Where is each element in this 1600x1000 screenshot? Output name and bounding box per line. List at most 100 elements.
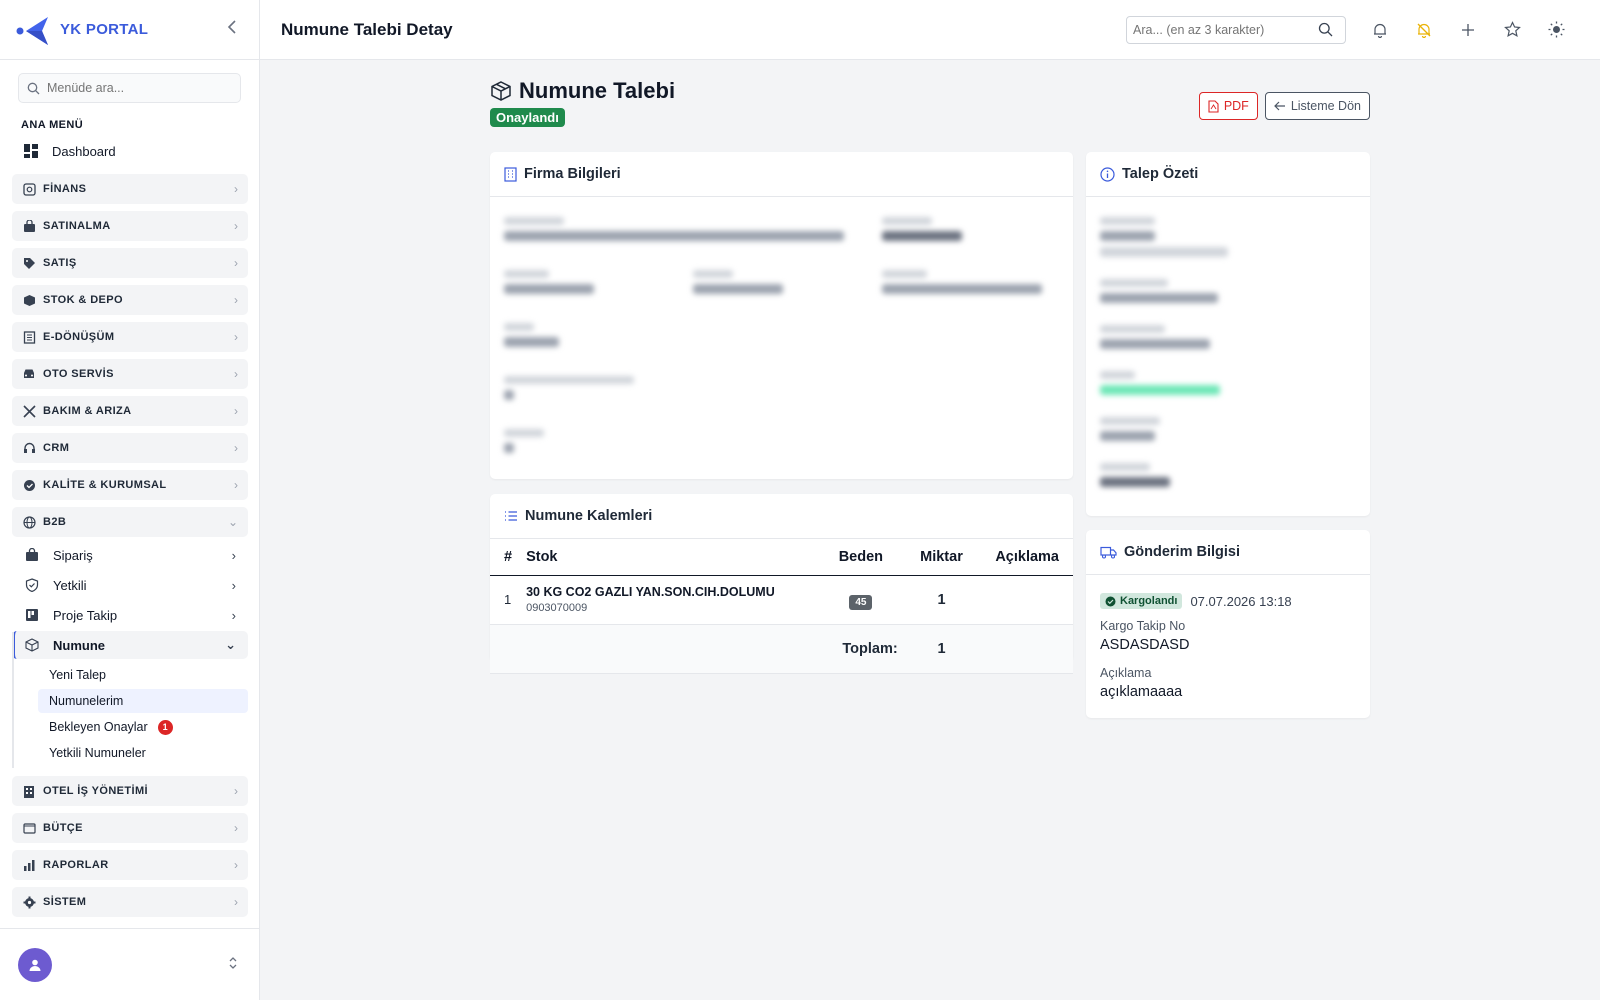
tree-line	[12, 632, 14, 768]
chevron-up-down-icon[interactable]	[228, 956, 238, 973]
sidebar: YK PORTAL ANA MENÜ Dashboard FİNANS › SA…	[0, 0, 260, 1000]
building-icon	[22, 784, 36, 798]
sidebar-group-satinalma[interactable]: SATINALMA ›	[12, 211, 248, 241]
sidebar-group-stok-depo[interactable]: STOK & DEPO ›	[12, 285, 248, 315]
menu-search[interactable]	[18, 73, 241, 103]
sidebar-item-yetkili[interactable]: Yetkili ›	[12, 571, 248, 599]
sidebar-leaf-label: Yetkili Numuneler	[49, 746, 146, 760]
sidebar-group-label: BÜTÇE	[43, 822, 83, 834]
sidebar-group-label: OTO SERVİS	[43, 368, 114, 380]
sidebar-group-label: KALİTE & KURUMSAL	[43, 479, 167, 491]
pdf-button[interactable]: PDF	[1198, 92, 1258, 120]
shopping-bag-icon	[24, 547, 40, 563]
sidebar-group-label: RAPORLAR	[43, 859, 109, 871]
dashboard-icon	[24, 144, 38, 158]
gonderim-card: Gönderim Bilgisi Kargolandı 07.07.2026 1…	[1086, 530, 1370, 718]
sidebar-group-sistem[interactable]: SİSTEM ›	[12, 887, 248, 917]
sidebar-item-numune[interactable]: Numune ⌄	[12, 631, 248, 659]
sidebar-group-otel[interactable]: OTEL İŞ YÖNETİMİ ›	[12, 776, 248, 806]
col-stok: Stok	[526, 539, 821, 576]
shield-icon	[24, 577, 40, 593]
sidebar-group-crm[interactable]: CRM ›	[12, 433, 248, 463]
pending-count-badge: 1	[157, 719, 173, 735]
sidebar-collapse-icon[interactable]	[227, 20, 237, 39]
row-stok: 30 KG CO2 GAZLI YAN.SON.CIH.DOLUMU 09030…	[526, 575, 821, 625]
sidebar-leaf-label: Yeni Talep	[49, 668, 107, 682]
sidebar-group-kalite-kurumsal[interactable]: KALİTE & KURUMSAL ›	[12, 470, 248, 500]
chevron-right-icon: ›	[231, 577, 236, 593]
sidebar-group-label: SİSTEM	[43, 896, 87, 908]
bell-icon[interactable]	[1370, 20, 1390, 40]
sidebar-item-dashboard[interactable]: Dashboard	[24, 137, 259, 165]
chevron-right-icon: ›	[234, 219, 238, 233]
menu-search-input[interactable]	[47, 81, 227, 95]
sidebar-group-oto-servis[interactable]: OTO SERVİS ›	[12, 359, 248, 389]
chevron-right-icon: ›	[231, 607, 236, 623]
sidebar-leaf-label: Numunelerim	[49, 694, 124, 708]
redacted-ozet-details	[1086, 197, 1370, 513]
stok-code: 0903070009	[526, 602, 588, 614]
brand: YK PORTAL	[0, 0, 259, 60]
sidebar-item-label: Sipariş	[53, 547, 93, 563]
sidebar-group-butce[interactable]: BÜTÇE ›	[12, 813, 248, 843]
sidebar-group-raporlar[interactable]: RAPORLAR ›	[12, 850, 248, 880]
firma-card-title: Firma Bilgileri	[524, 166, 621, 182]
brand-logo-icon[interactable]	[16, 14, 50, 46]
tools-icon	[22, 404, 36, 418]
pdf-button-label: PDF	[1223, 99, 1249, 113]
pdf-file-icon	[1208, 99, 1219, 113]
kalemler-card-title: Numune Kalemleri	[525, 508, 653, 524]
tracking-label: Kargo Takip No	[1100, 619, 1186, 633]
sidebar-item-siparis[interactable]: Sipariş ›	[12, 541, 248, 569]
total-value: 1	[901, 624, 982, 674]
redacted-firma-details	[490, 197, 1073, 477]
global-search[interactable]	[1126, 15, 1346, 44]
plus-icon[interactable]	[1458, 20, 1478, 40]
wallet-icon	[22, 821, 36, 835]
sidebar-group-label: BAKIM & ARIZA	[43, 405, 132, 417]
sidebar-group-b2b[interactable]: B2B ⌄	[12, 507, 248, 537]
arrow-left-icon	[1273, 101, 1285, 111]
bag-icon	[22, 219, 36, 233]
sidebar-group-satis[interactable]: SATIŞ ›	[12, 248, 248, 278]
total-label: Toplam:	[490, 624, 902, 674]
headset-icon	[22, 441, 36, 455]
page-title: Numune Talebi Detay	[281, 19, 453, 39]
col-miktar: Miktar	[901, 539, 982, 576]
search-icon[interactable]	[1318, 22, 1333, 37]
sidebar-group-label: E-DÖNÜŞÜM	[43, 331, 115, 343]
tag-icon	[22, 256, 36, 270]
sun-icon[interactable]	[1546, 20, 1566, 40]
chevron-down-icon: ⌄	[225, 637, 236, 652]
shipping-datetime: 07.07.2026 13:18	[1190, 593, 1292, 609]
sidebar-leaf-numunelerim[interactable]: Numunelerim	[38, 689, 248, 713]
col-beden: Beden	[820, 539, 902, 576]
global-search-input[interactable]	[1133, 22, 1318, 37]
sidebar-item-proje-takip[interactable]: Proje Takip ›	[12, 601, 248, 629]
sidebar-leaf-yetkili-numuneler[interactable]: Yetkili Numuneler	[38, 741, 248, 765]
chevron-right-icon: ›	[234, 293, 238, 307]
star-icon[interactable]	[1502, 20, 1522, 40]
chevron-right-icon: ›	[234, 367, 238, 381]
back-to-list-button[interactable]: Listeme Dön	[1264, 92, 1370, 120]
sidebar-group-bakim-ariza[interactable]: BAKIM & ARIZA ›	[12, 396, 248, 426]
table-row[interactable]: 1 30 KG CO2 GAZLI YAN.SON.CIH.DOLUMU 090…	[490, 575, 1073, 625]
sidebar-group-e-donusum[interactable]: E-DÖNÜŞÜM ›	[12, 322, 248, 352]
brand-name[interactable]: YK PORTAL	[60, 21, 148, 38]
sidebar-leaf-yeni-talep[interactable]: Yeni Talep	[38, 663, 248, 687]
user-menu[interactable]	[0, 928, 260, 1000]
size-badge: 45	[849, 594, 873, 610]
gear-icon	[22, 895, 36, 909]
sidebar-leaf-bekleyen-onaylar[interactable]: Bekleyen Onaylar 1	[38, 715, 248, 739]
page-header: Numune Talebi Onaylandı PDF Listeme Dön	[490, 78, 1370, 150]
sidebar-group-finans[interactable]: FİNANS ›	[12, 174, 248, 204]
chevron-right-icon: ›	[234, 895, 238, 909]
ozet-card-title: Talep Özeti	[1122, 166, 1199, 182]
sidebar-leaf-label: Bekleyen Onaylar	[49, 720, 148, 734]
chevron-right-icon: ›	[234, 784, 238, 798]
sidebar-group-label: OTEL İŞ YÖNETİMİ	[43, 785, 149, 797]
bell-off-icon[interactable]	[1414, 20, 1434, 40]
chevron-right-icon: ›	[234, 182, 238, 196]
avatar[interactable]	[18, 947, 52, 982]
main-content: Numune Talebi Onaylandı PDF Listeme Dön	[490, 78, 1370, 150]
